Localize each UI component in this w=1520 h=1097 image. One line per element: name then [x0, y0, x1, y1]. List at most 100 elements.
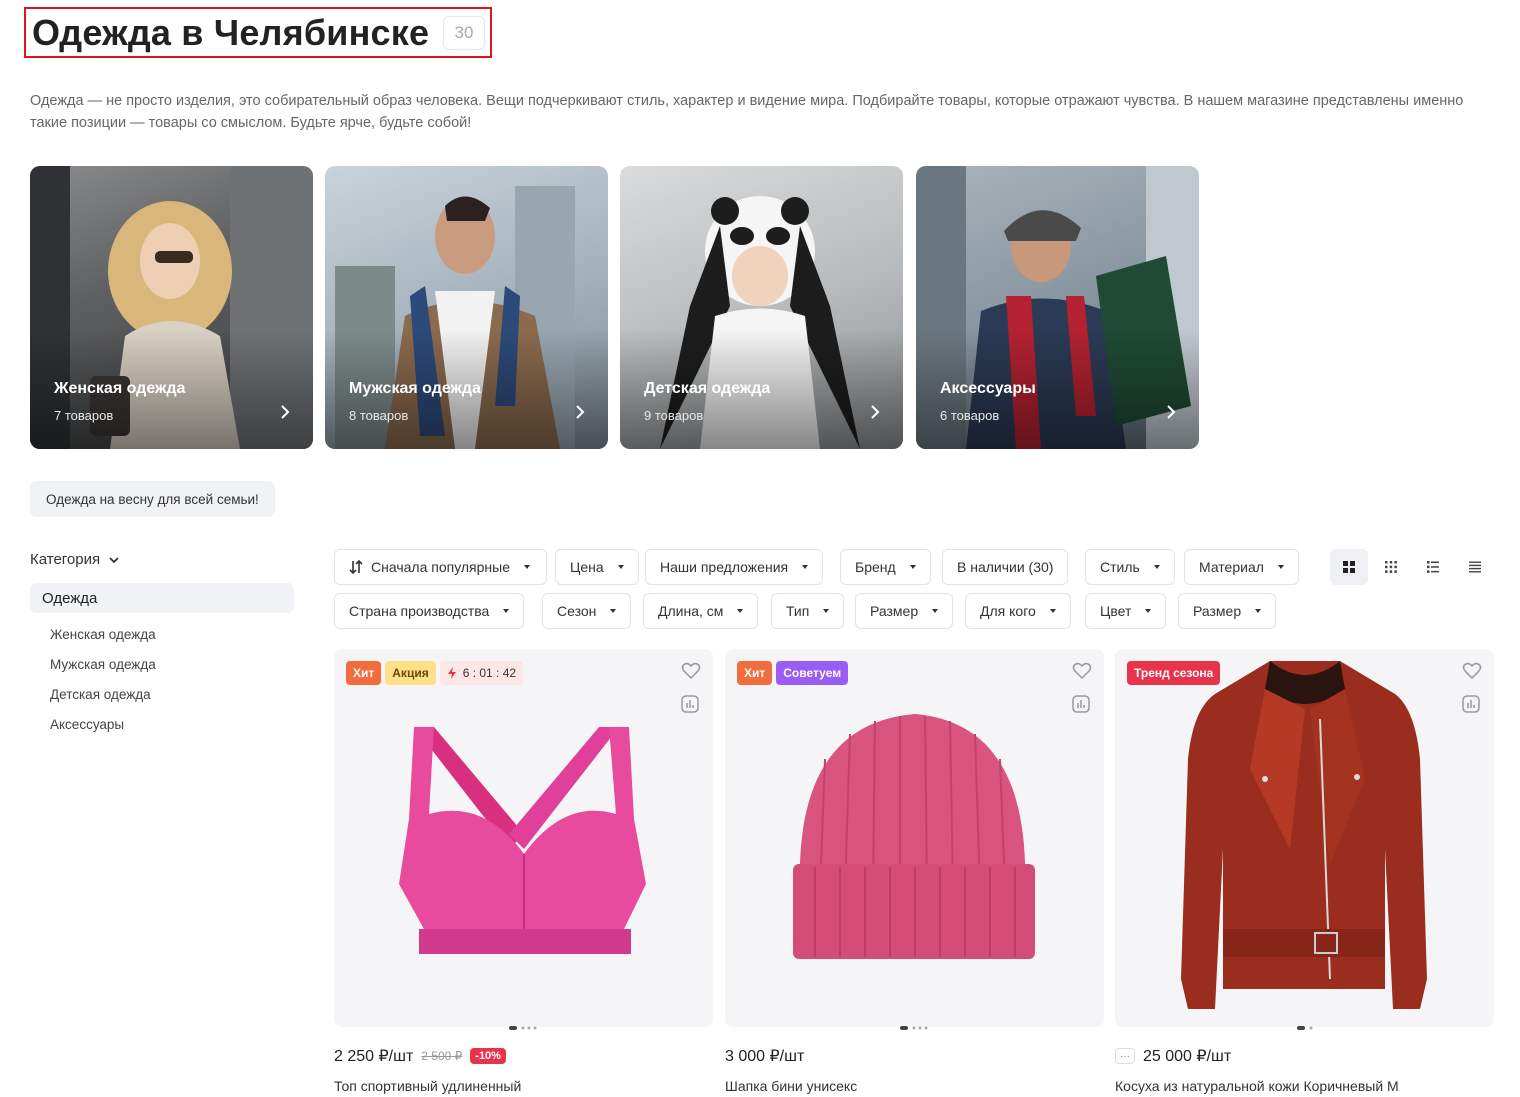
product-badges: Хит Акция 6 : 01 : 42: [346, 661, 524, 685]
badge-hit: Хит: [737, 661, 773, 685]
sidebar-item-kids[interactable]: Детская одежда: [50, 687, 151, 702]
compare-icon[interactable]: [1071, 694, 1091, 714]
category-count: 9 товаров: [644, 408, 704, 423]
heart-icon[interactable]: [681, 661, 701, 681]
caret-down-icon: [802, 565, 809, 569]
filter-size-2[interactable]: Размер: [1178, 593, 1277, 629]
product-name[interactable]: Шапка бини унисекс: [725, 1078, 857, 1094]
image-pager-dots[interactable]: [509, 1025, 539, 1031]
filter-offers[interactable]: Наши предложения: [645, 549, 824, 585]
filter-label: Материал: [1199, 559, 1264, 575]
filter-label: Размер: [1193, 603, 1242, 619]
grid-small-icon: [1385, 561, 1397, 573]
caret-down-icon: [1277, 565, 1284, 569]
category-count: 6 товаров: [940, 408, 1000, 423]
filter-label: Цвет: [1100, 603, 1132, 619]
price-row: ··· 25 000 ₽/шт: [1115, 1046, 1231, 1066]
caret-down-icon: [1049, 609, 1056, 613]
heart-icon[interactable]: [1072, 661, 1092, 681]
filter-color[interactable]: Цвет: [1085, 593, 1167, 629]
filter-in-stock[interactable]: В наличии (30): [942, 549, 1069, 585]
price-row: 2 250 ₽/шт 2 500 ₽ -10%: [334, 1046, 506, 1066]
category-count: 8 товаров: [349, 408, 409, 423]
current-price: 25 000 ₽/шт: [1143, 1048, 1232, 1065]
caret-down-icon: [909, 565, 916, 569]
view-list-button[interactable]: [1414, 549, 1452, 585]
image-pager-dots[interactable]: [900, 1025, 930, 1031]
category-card-men[interactable]: Мужская одежда 8 товаров: [325, 166, 608, 449]
filter-label: Тип: [786, 603, 810, 619]
promo-tag-spring[interactable]: Одежда на весну для всей семьи!: [30, 481, 275, 517]
caret-down-icon: [617, 565, 624, 569]
old-price: 2 500 ₽: [421, 1049, 463, 1063]
category-name: Женская одежда: [54, 380, 186, 397]
countdown-timer: 6 : 01 : 42: [462, 666, 517, 680]
filter-label: Стиль: [1100, 559, 1140, 575]
compare-icon[interactable]: [680, 694, 700, 714]
lightning-icon: [447, 667, 456, 679]
product-name[interactable]: Косуха из натуральной кожи Коричневый M: [1115, 1078, 1399, 1094]
list-icon: [1427, 561, 1439, 573]
category-card-kids[interactable]: Детская одежда 9 товаров: [620, 166, 903, 449]
caret-down-icon: [503, 609, 510, 613]
chevron-right-icon: [871, 405, 880, 419]
filter-label: Бренд: [855, 559, 896, 575]
caret-down-icon: [610, 609, 617, 613]
filter-type[interactable]: Тип: [771, 593, 845, 629]
more-options-icon[interactable]: ···: [1115, 1048, 1135, 1064]
title-highlight-box: Одежда в Челябинске 30: [24, 7, 492, 58]
filter-country[interactable]: Страна производства: [334, 593, 525, 629]
table-icon: [1469, 561, 1481, 573]
sort-dropdown[interactable]: Сначала популярные: [334, 549, 547, 585]
category-name: Детская одежда: [644, 380, 771, 397]
category-description: Одежда — не просто изделия, это собирате…: [30, 93, 1464, 131]
current-price: 2 250 ₽/шт: [334, 1048, 414, 1065]
chevron-right-icon: [576, 405, 585, 419]
product-card-sports-top[interactable]: Хит Акция 6 : 01 : 42: [334, 649, 713, 1027]
chevron-down-icon: [109, 556, 119, 563]
page-title: Одежда в Челябинске: [32, 12, 430, 53]
heart-icon[interactable]: [1462, 661, 1482, 681]
discount-badge: -10%: [470, 1048, 506, 1064]
sidebar-item-women[interactable]: Женская одежда: [50, 627, 156, 642]
category-name: Аксессуары: [940, 380, 1036, 397]
current-price: 3 000 ₽/шт: [725, 1048, 805, 1065]
filter-style[interactable]: Стиль: [1085, 549, 1175, 585]
grid-large-icon: [1343, 561, 1355, 573]
filter-size[interactable]: Размер: [855, 593, 954, 629]
chevron-right-icon: [1167, 405, 1176, 419]
caret-down-icon: [932, 609, 939, 613]
price-row: 3 000 ₽/шт: [725, 1046, 804, 1066]
sports-top-image: [399, 727, 646, 954]
filter-label: В наличии (30): [957, 559, 1054, 575]
filter-season[interactable]: Сезон: [542, 593, 632, 629]
view-table-button[interactable]: [1456, 549, 1494, 585]
product-card-leather-jacket[interactable]: Тренд сезона: [1115, 649, 1494, 1027]
timer-badge: 6 : 01 : 42: [439, 661, 524, 685]
sidebar-heading: Категория: [30, 551, 101, 568]
sidebar-category-toggle[interactable]: Категория: [30, 551, 120, 568]
chevron-right-icon: [281, 405, 290, 419]
filter-length[interactable]: Длина, см: [643, 593, 759, 629]
category-card-women[interactable]: Женская одежда 7 товаров: [30, 166, 313, 449]
product-badges: Хит Советуем: [737, 661, 849, 685]
view-grid-small-button[interactable]: [1372, 549, 1410, 585]
image-pager-dots[interactable]: [1297, 1025, 1327, 1031]
category-name: Мужская одежда: [349, 380, 481, 397]
filter-price[interactable]: Цена: [555, 549, 639, 585]
filter-for-whom[interactable]: Для кого: [965, 593, 1071, 629]
filter-brand[interactable]: Бренд: [840, 549, 931, 585]
filter-material[interactable]: Материал: [1184, 549, 1299, 585]
sidebar-item-men[interactable]: Мужская одежда: [50, 657, 156, 672]
filter-label: Страна производства: [349, 603, 490, 619]
category-card-accessories[interactable]: Аксессуары 6 товаров: [916, 166, 1199, 449]
sidebar-item-clothing[interactable]: Одежда: [30, 583, 294, 613]
view-grid-large-button[interactable]: [1330, 549, 1368, 585]
filter-label: Наши предложения: [660, 559, 789, 575]
compare-icon[interactable]: [1461, 694, 1481, 714]
sort-label: Сначала популярные: [371, 559, 511, 575]
sidebar-item-accessories[interactable]: Аксессуары: [50, 717, 124, 732]
product-name[interactable]: Топ спортивный удлиненный: [334, 1078, 521, 1094]
caret-down-icon: [1145, 609, 1152, 613]
product-card-beanie[interactable]: Хит Советуем: [725, 649, 1104, 1027]
